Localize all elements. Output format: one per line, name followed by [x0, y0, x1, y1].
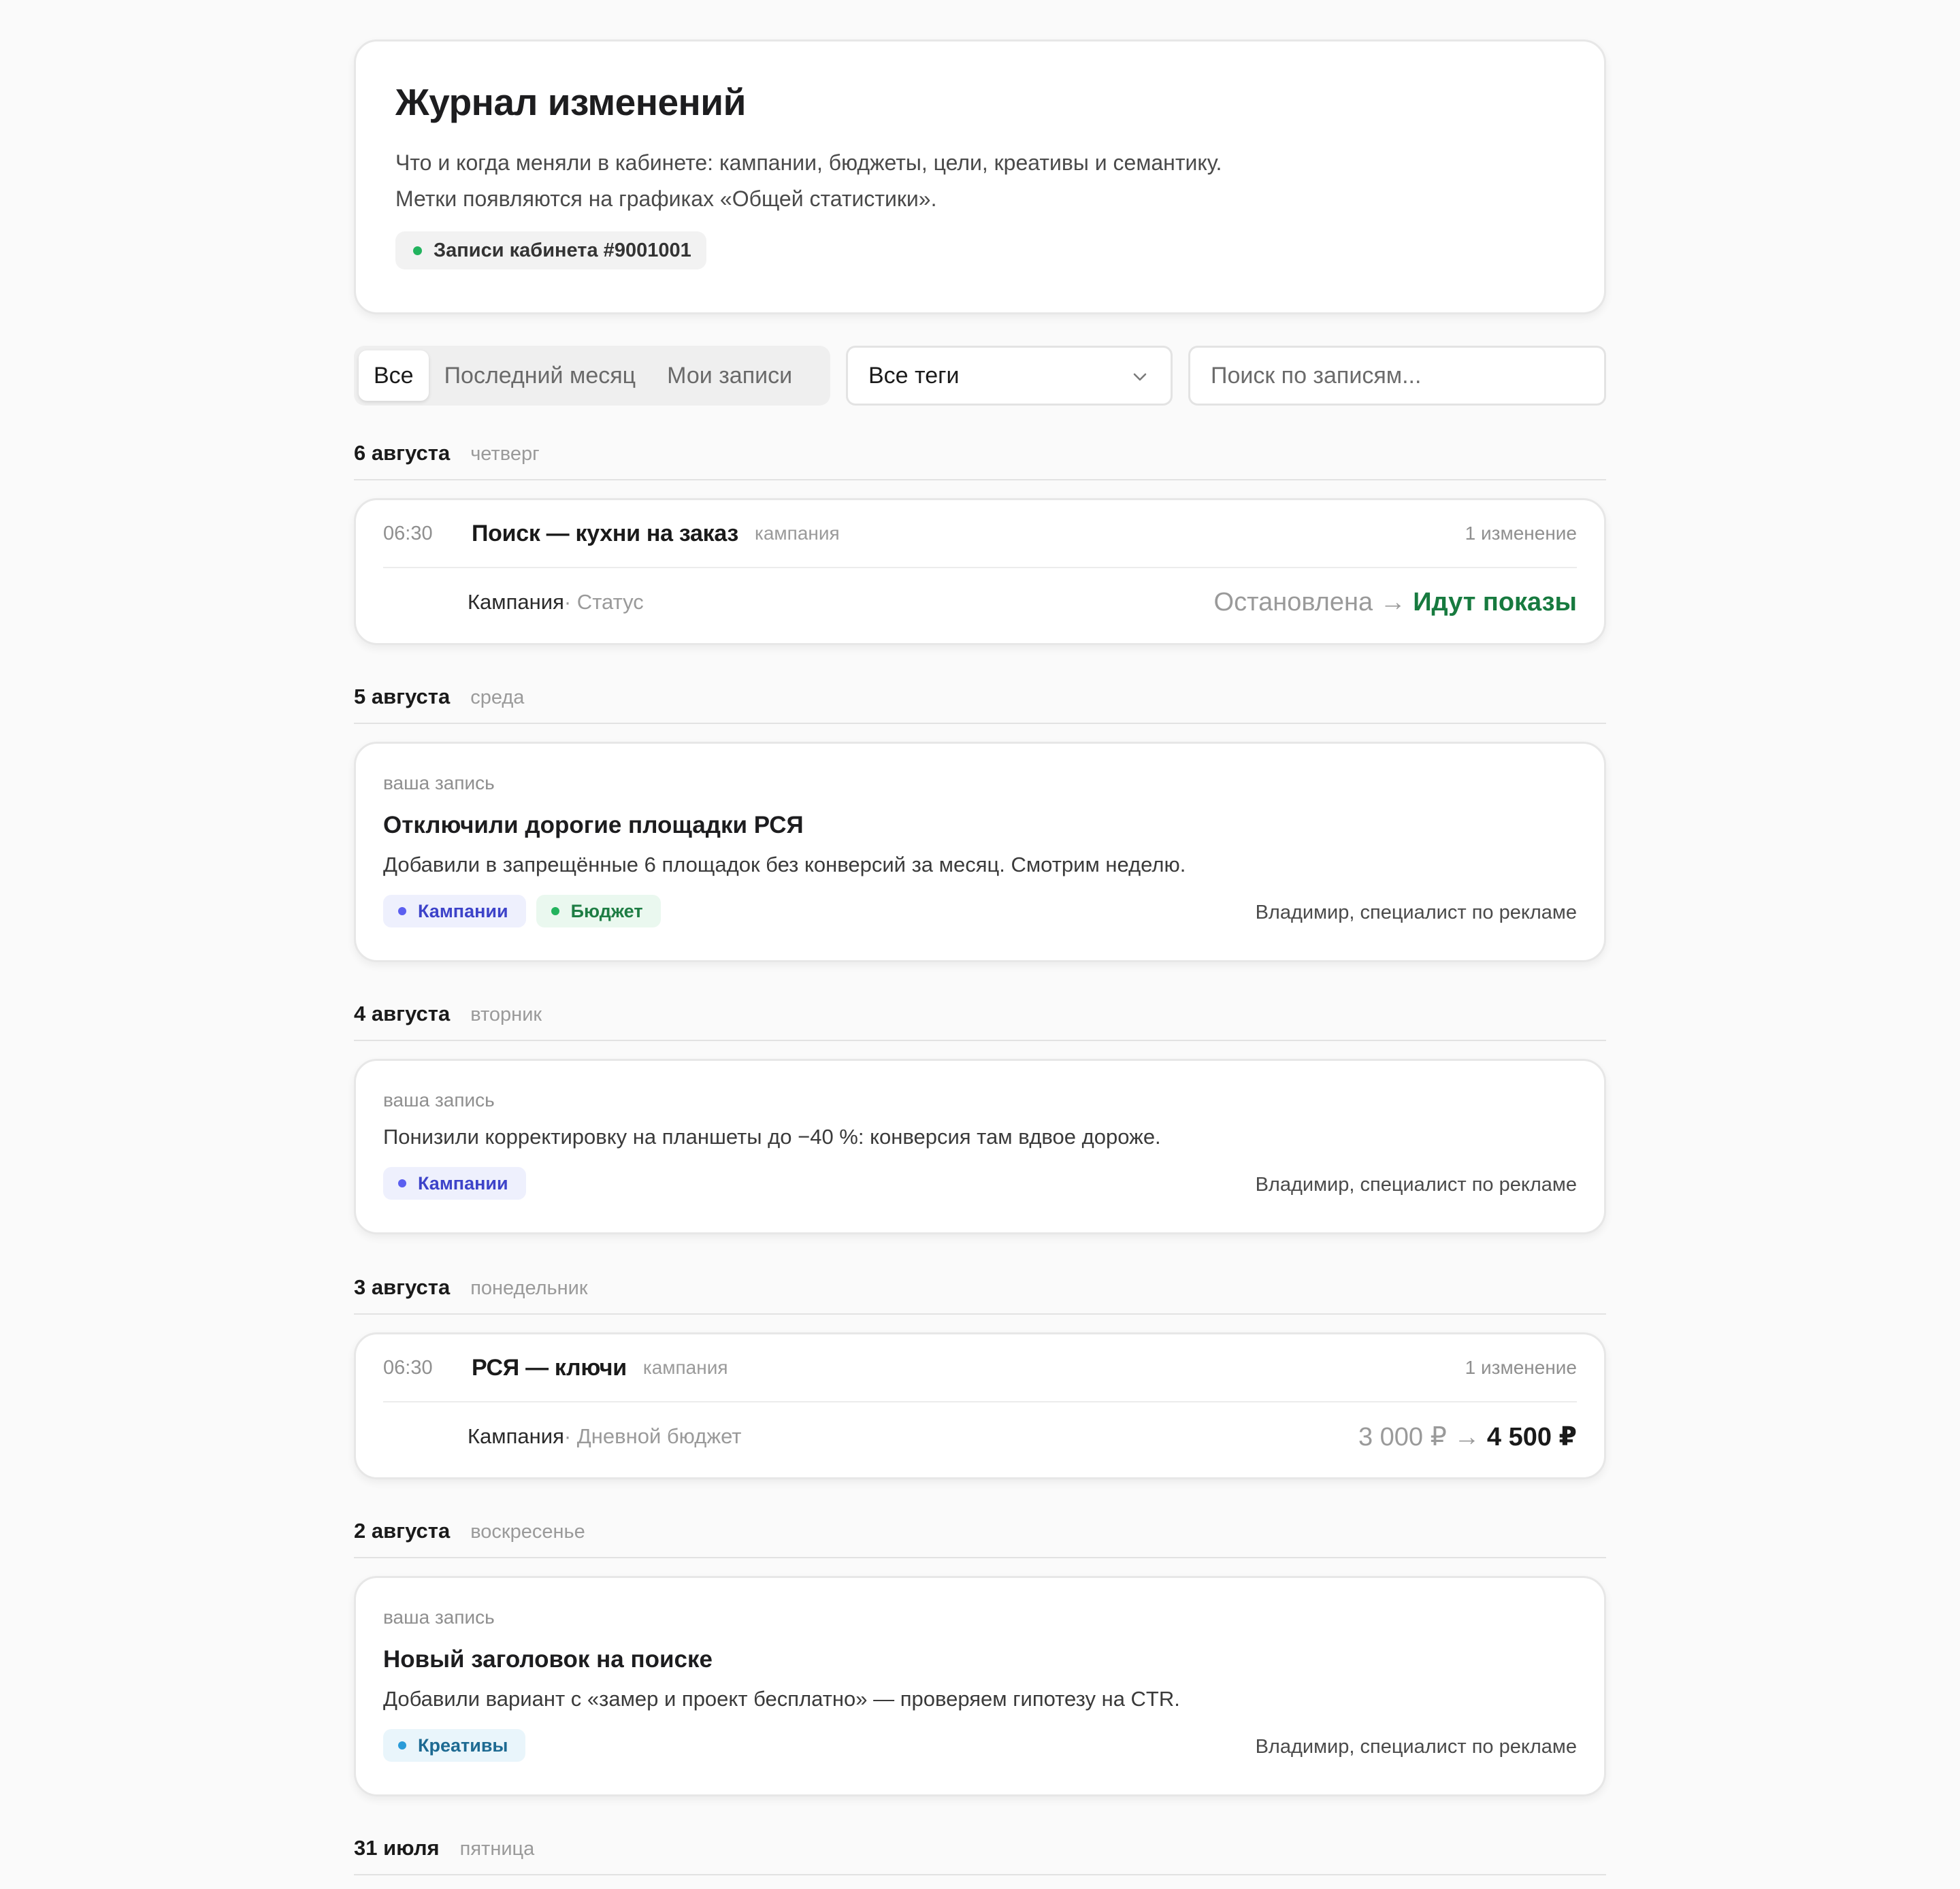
day-weekday: четверг: [470, 443, 540, 465]
changelog-page: Журнал изменений Что и когда меняли в ка…: [354, 39, 1606, 1875]
tab-all[interactable]: Все: [359, 350, 429, 401]
page-description: Что и когда меняли в кабинете: кампании,…: [395, 145, 1565, 217]
tag-label: Бюджет: [570, 900, 643, 921]
object-type: кампания: [754, 523, 840, 544]
tab-last-month[interactable]: Последний месяц: [429, 350, 652, 401]
new-value: 4 500 ₽: [1486, 1422, 1577, 1451]
tag-creatives[interactable]: Креативы: [383, 1729, 526, 1762]
tag-dot-icon: [398, 907, 406, 915]
note-author: Владимир, специалист по рекламе: [1255, 1174, 1577, 1196]
day-group: 31 июля пятница: [354, 1836, 1606, 1875]
day-header: 4 августа вторник: [354, 1002, 1606, 1041]
note-title: Новый заголовок на поиске: [383, 1646, 713, 1673]
note-label: ваша запись: [383, 772, 495, 793]
note-text: Понизили корректировку на планшеты до −4…: [383, 1125, 1161, 1149]
note-card[interactable]: ваша запись Отключили дорогие площадки Р…: [354, 742, 1606, 962]
change-field: Кампания: [468, 590, 564, 614]
note-text: Добавили вариант с «замер и проект беспл…: [383, 1687, 1180, 1711]
campaign-name: Поиск — кухни на заказ: [472, 520, 738, 546]
tag-label: Кампании: [418, 900, 508, 921]
tag-campaigns[interactable]: Кампании: [383, 1167, 526, 1200]
header-card: Журнал изменений Что и когда меняли в ка…: [354, 39, 1606, 314]
day-date: 2 августа: [354, 1519, 451, 1543]
change-subfield: · Статус: [564, 590, 644, 614]
tags-select-value: Все теги: [868, 362, 960, 389]
day-date: 4 августа: [354, 1002, 451, 1025]
period-segmented-control: Все Последний месяц Мои записи: [354, 346, 830, 406]
note-title: Отключили дорогие площадки РСЯ: [383, 812, 804, 838]
change-row: Кампания · Дневной бюджет 3 000 ₽ → 4 50…: [383, 1402, 1577, 1471]
arrow: →: [1446, 1422, 1487, 1451]
change-subfield: · Дневной бюджет: [564, 1424, 742, 1448]
tag-label: Креативы: [418, 1735, 508, 1756]
day-group: 4 августа вторник ваша запись Понизили к…: [354, 1002, 1606, 1234]
new-value: Идут показы: [1413, 587, 1577, 617]
change-header: 06:30 РСЯ — ключи кампания 1 изменение: [383, 1334, 1577, 1402]
description-line: Метки появляются на графиках «Общей стат…: [395, 186, 937, 211]
filter-bar: Все Последний месяц Мои записи Все теги …: [354, 346, 1606, 406]
note-card[interactable]: ваша запись Новый заголовок на поиске До…: [354, 1576, 1606, 1796]
day-weekday: вторник: [470, 1004, 542, 1025]
day-group: 5 августа среда ваша запись Отключили до…: [354, 685, 1606, 962]
day-weekday: понедельник: [470, 1277, 588, 1299]
tag-budget[interactable]: Бюджет: [536, 895, 661, 927]
day-weekday: среда: [470, 687, 525, 708]
change-values: 3 000 ₽ → 4 500 ₽: [1358, 1422, 1577, 1452]
search-input[interactable]: Поиск по записям...: [1188, 346, 1606, 406]
note-label: ваша запись: [383, 1089, 495, 1111]
old-value: 3 000 ₽: [1358, 1422, 1447, 1451]
status-dot-icon: [413, 246, 422, 255]
search-placeholder: Поиск по записям...: [1211, 362, 1422, 389]
day-header: 5 августа среда: [354, 685, 1606, 724]
change-field: Кампания: [468, 1424, 564, 1448]
note-label: ваша запись: [383, 1607, 495, 1628]
tag-dot-icon: [551, 907, 559, 915]
object-type: кампания: [642, 1357, 728, 1378]
note-tags: Креативы: [383, 1729, 536, 1762]
note-author: Владимир, специалист по рекламе: [1255, 902, 1577, 923]
day-date: 5 августа: [354, 685, 451, 708]
change-count: 1 изменение: [1465, 1357, 1577, 1378]
day-weekday: пятница: [459, 1838, 535, 1860]
day-group: 6 августа четверг 06:30 Поиск — кухни на…: [354, 441, 1606, 645]
change-values: Остановлена → Идут показы: [1214, 588, 1577, 617]
change-time: 06:30: [383, 522, 433, 544]
day-header: 2 августа воскресенье: [354, 1519, 1606, 1558]
change-count: 1 изменение: [1465, 523, 1577, 544]
day-header: 6 августа четверг: [354, 441, 1606, 480]
day-header: 3 августа понедельник: [354, 1275, 1606, 1315]
account-chip: Записи кабинета #9001001: [395, 231, 706, 269]
campaign-name: РСЯ — ключи: [472, 1354, 627, 1381]
day-header: 31 июля пятница: [354, 1836, 1606, 1875]
note-tags: Кампании: [383, 1167, 536, 1200]
day-group: 2 августа воскресенье ваша запись Новый …: [354, 1519, 1606, 1796]
tags-select[interactable]: Все теги: [846, 346, 1173, 406]
arrow: →: [1373, 587, 1414, 617]
note-text: Добавили в запрещённые 6 площадок без ко…: [383, 853, 1186, 876]
change-row: Кампания · Статус Остановлена → Идут пок…: [383, 568, 1577, 636]
day-date: 31 июля: [354, 1836, 440, 1860]
page-title: Журнал изменений: [395, 81, 746, 123]
tab-my-records[interactable]: Мои записи: [651, 350, 808, 401]
old-value: Остановлена: [1213, 587, 1373, 617]
tag-campaigns[interactable]: Кампании: [383, 895, 526, 927]
note-card[interactable]: ваша запись Понизили корректировку на пл…: [354, 1059, 1606, 1234]
change-card[interactable]: 06:30 Поиск — кухни на заказ кампания 1 …: [354, 498, 1606, 645]
tag-dot-icon: [398, 1179, 406, 1187]
change-card[interactable]: 06:30 РСЯ — ключи кампания 1 изменение К…: [354, 1332, 1606, 1479]
note-author: Владимир, специалист по рекламе: [1255, 1736, 1577, 1758]
day-date: 3 августа: [354, 1275, 451, 1299]
day-date: 6 августа: [354, 441, 451, 465]
day-weekday: воскресенье: [470, 1521, 585, 1543]
chevron-down-icon: [1133, 373, 1147, 381]
change-header: 06:30 Поиск — кухни на заказ кампания 1 …: [383, 500, 1577, 568]
day-group: 3 августа понедельник 06:30 РСЯ — ключи …: [354, 1275, 1606, 1479]
note-tags: Кампании Бюджет: [383, 895, 671, 927]
description-line: Что и когда меняли в кабинете: кампании,…: [395, 150, 1222, 175]
change-time: 06:30: [383, 1356, 433, 1379]
tag-label: Кампании: [418, 1172, 508, 1194]
account-chip-label: Записи кабинета #9001001: [434, 239, 691, 261]
tag-dot-icon: [398, 1741, 406, 1750]
